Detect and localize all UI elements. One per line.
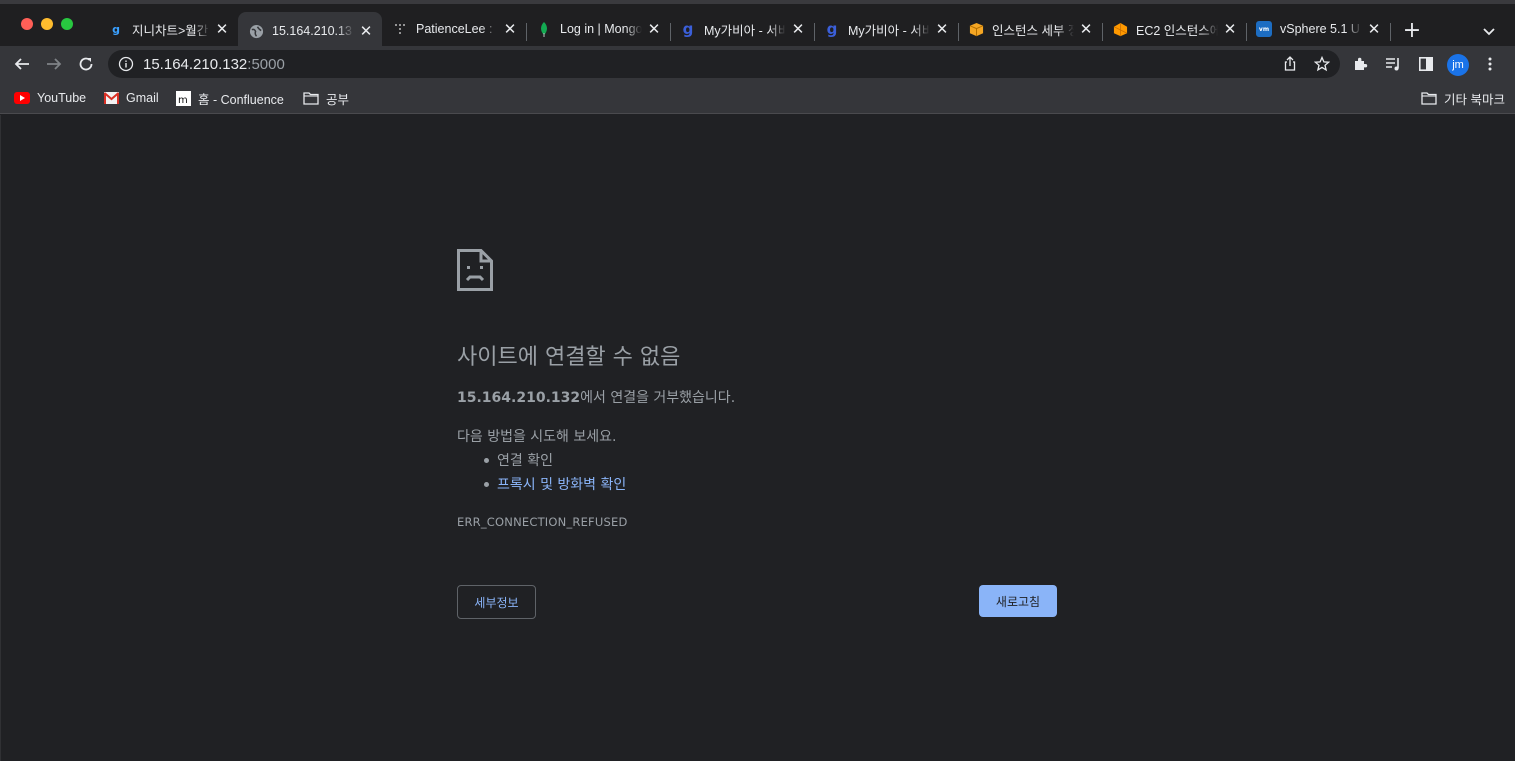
url-text: 15.164.210.132:5000 [143, 55, 285, 73]
toolbar: 15.164.210.132:5000 jm [0, 46, 1515, 82]
bookmark-folder-study[interactable]: 공부 [303, 88, 349, 108]
tab-title: PatienceLee : [416, 22, 493, 36]
tab-active-site[interactable]: 15.164.210.13 ✕ [238, 12, 382, 50]
genie-icon: g [112, 22, 120, 36]
close-tab-icon[interactable]: ✕ [1366, 20, 1382, 38]
tab-separator [814, 23, 815, 41]
close-tab-icon[interactable]: ✕ [1222, 20, 1238, 38]
bookmark-label: 공부 [326, 92, 350, 107]
close-tab-icon[interactable]: ✕ [934, 20, 950, 38]
tab-title: 지니차트>월간 - [132, 23, 210, 38]
reading-list-icon[interactable] [1385, 56, 1401, 72]
error-summary-text: 에서 연결을 거부했습니다. [580, 390, 736, 406]
address-bar[interactable]: 15.164.210.132:5000 [108, 50, 1340, 78]
reload-page-button[interactable]: 새로고침 [979, 585, 1057, 617]
confluence-icon: m [175, 90, 191, 106]
tab-title: My가비아 - 서비 [704, 23, 786, 38]
tab-separator [1102, 23, 1103, 41]
reload-button[interactable] [74, 52, 98, 76]
gabia-icon: g [826, 20, 838, 38]
suggestion-text: 연결 확인 [497, 453, 553, 469]
folder-icon [303, 91, 319, 105]
share-icon[interactable] [1282, 56, 1298, 72]
reload-icon [79, 57, 93, 71]
bookmark-gmail[interactable]: Gmail [103, 88, 159, 108]
bookmark-star-icon[interactable] [1314, 56, 1330, 72]
back-arrow-icon [14, 58, 29, 70]
box-icon [968, 21, 984, 37]
tab-genie[interactable]: g 지니차트>월간 - ✕ [98, 12, 238, 46]
close-tab-icon[interactable]: ✕ [646, 20, 662, 38]
bookmark-confluence[interactable]: m 홈 - Confluence [175, 88, 284, 108]
globe-icon [248, 23, 264, 39]
forward-button[interactable] [42, 52, 66, 76]
close-tab-icon[interactable]: ✕ [790, 20, 806, 38]
proxy-firewall-link[interactable]: 프록시 및 방화벽 확인 [497, 474, 626, 494]
tab-separator [1246, 23, 1247, 41]
error-summary: 15.164.210.132에서 연결을 거부했습니다. [457, 387, 735, 407]
tab-mongodb[interactable]: Log in | Mongo ✕ [526, 12, 670, 46]
more-menu-icon[interactable] [1482, 56, 1498, 72]
close-tab-icon[interactable]: ✕ [358, 22, 374, 40]
bookmark-label: YouTube [37, 91, 87, 105]
profile-avatar[interactable]: jm [1447, 54, 1469, 76]
tab-title: Log in | Mongo [560, 22, 642, 36]
new-tab-button[interactable]: + [1401, 20, 1423, 43]
tab-title: 인스턴스 세부 정 [992, 23, 1074, 38]
error-code: ERR_CONNECTION_REFUSED [457, 515, 628, 529]
error-host: 15.164.210.132 [457, 390, 581, 406]
bookmark-label: 기타 북마크 [1444, 92, 1505, 107]
tab-separator [958, 23, 959, 41]
suggestions-heading: 다음 방법을 시도해 보세요. [457, 429, 617, 445]
bullet-icon [484, 457, 489, 463]
tab-ec2[interactable]: EC2 인스턴스에 ✕ [1102, 12, 1246, 46]
close-tab-icon[interactable]: ✕ [502, 20, 518, 38]
back-button[interactable] [10, 52, 34, 76]
error-page: 사이트에 연결할 수 없음 15.164.210.132에서 연결을 거부했습니… [0, 115, 1515, 761]
tab-instance-detail[interactable]: 인스턴스 세부 정 ✕ [958, 12, 1102, 46]
site-info-icon[interactable] [118, 56, 134, 72]
bookmark-youtube[interactable]: YouTube [14, 88, 86, 108]
close-window-button[interactable] [21, 18, 33, 30]
dots-icon [392, 21, 408, 37]
tab-gabia-2[interactable]: g My가비아 - 서비 ✕ [814, 12, 958, 46]
bullet-icon [484, 481, 489, 487]
other-bookmarks-folder[interactable]: 기타 북마크 [1421, 88, 1505, 108]
tab-title: EC2 인스턴스에 [1136, 23, 1218, 38]
tab-title: My가비아 - 서비 [848, 23, 930, 38]
tab-separator [526, 23, 527, 41]
tab-search-chevron-icon[interactable] [1481, 23, 1497, 39]
tab-title: vSphere 5.1 U [1280, 22, 1360, 36]
vmware-icon: vm [1256, 21, 1272, 37]
mongodb-leaf-icon [536, 21, 552, 37]
forward-arrow-icon [47, 58, 62, 70]
tab-separator [670, 23, 671, 41]
bookmarks-bar: YouTube Gmail m 홈 - Confluence 공부 기타 북마크 [0, 82, 1515, 114]
suggestion-check-proxy-firewall[interactable]: 프록시 및 방화벽 확인 [484, 474, 626, 494]
sad-document-icon [457, 249, 493, 291]
details-button[interactable]: 세부정보 [457, 585, 536, 619]
suggestion-check-connection: 연결 확인 [484, 450, 553, 470]
tab-vsphere[interactable]: vm vSphere 5.1 U ✕ [1246, 12, 1390, 46]
gmail-icon [103, 91, 119, 105]
close-tab-icon[interactable]: ✕ [1078, 20, 1094, 38]
error-title: 사이트에 연결할 수 없음 [457, 345, 681, 370]
close-tab-icon[interactable]: ✕ [214, 20, 230, 38]
extensions-puzzle-icon[interactable] [1353, 56, 1369, 72]
youtube-icon [14, 91, 30, 105]
aws-cube-icon [1112, 21, 1128, 37]
svg-text:m: m [178, 95, 188, 106]
folder-icon [1421, 91, 1437, 105]
tab-patiencelee[interactable]: PatienceLee : ✕ [382, 12, 526, 46]
tab-strip: g 지니차트>월간 - ✕ 15.164.210.13 ✕ PatienceLe… [0, 0, 1515, 50]
fullscreen-window-button[interactable] [61, 18, 73, 30]
bookmark-label: 홈 - Confluence [198, 92, 284, 107]
minimize-window-button[interactable] [41, 18, 53, 30]
side-panel-icon[interactable] [1418, 56, 1434, 72]
tab-title: 15.164.210.13 [272, 24, 352, 38]
bookmark-label: Gmail [126, 91, 159, 105]
tab-gabia-1[interactable]: g My가비아 - 서비 ✕ [670, 12, 814, 46]
gabia-icon: g [682, 20, 694, 38]
tab-separator [1390, 23, 1391, 41]
